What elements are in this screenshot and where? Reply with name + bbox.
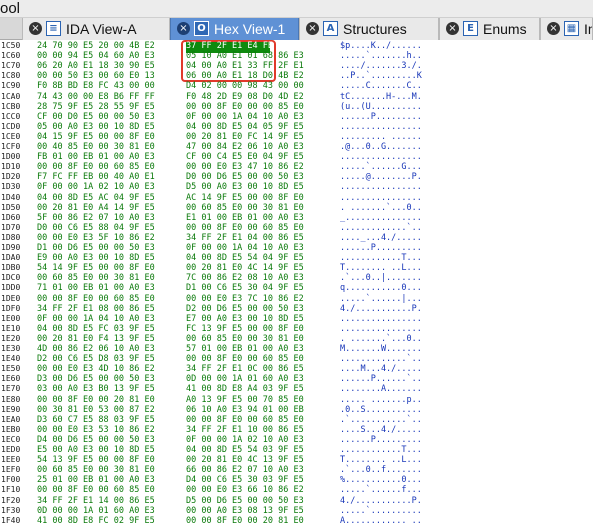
tab-label: IDA View-A	[66, 21, 137, 37]
close-icon[interactable]: ×	[446, 22, 459, 35]
enums-icon: E	[463, 21, 478, 36]
hex-bytes-right: 00 00 8F E0 00 20 81 E0	[186, 515, 304, 525]
close-icon[interactable]: ×	[29, 22, 42, 35]
close-icon[interactable]: ×	[547, 22, 560, 35]
tab-imports[interactable]: × ▦ Impo	[540, 18, 593, 40]
hex-bytes-left: 41 00 8D E8 FC 02 9F E5	[37, 515, 155, 525]
hex-bytes-right: 37 FF 2F E1 E4 FE FF EB	[186, 41, 304, 51]
hex-row[interactable]: 1F40 41 00 8D E8 FC 02 9F E5 00 00 8F E0 0…	[0, 515, 593, 525]
tab-label: Impo	[584, 21, 592, 37]
close-icon[interactable]: ×	[306, 22, 319, 35]
structures-icon: A	[323, 21, 338, 36]
tab-ida-view-a[interactable]: × ≡ IDA View-A	[22, 18, 170, 40]
tab-hex-view-1[interactable]: × O Hex View-1	[170, 18, 299, 40]
imports-icon: ▦	[564, 21, 579, 36]
tab-structures[interactable]: × A Structures	[299, 18, 439, 40]
ida-view-icon: ≡	[46, 21, 61, 36]
tab-enums[interactable]: × E Enums	[439, 18, 540, 40]
ascii-text: A............ ..	[340, 515, 422, 525]
tab-bar: × ≡ IDA View-A × O Hex View-1 × A Struct…	[0, 18, 593, 40]
window-title: ool	[0, 0, 21, 17]
tab-label: Structures	[343, 21, 407, 37]
close-icon[interactable]: ×	[177, 22, 190, 35]
hex-view-icon: O	[194, 21, 209, 36]
window-title-bar: ool	[0, 0, 593, 18]
hex-view-panel[interactable]: 1C50 24 70 90 E5 20 00 4B E2 37 FF 2F E1 E…	[0, 40, 593, 525]
tab-label: Enums	[483, 21, 527, 37]
tab-label: Hex View-1	[214, 21, 286, 37]
hex-address: 1F40	[1, 515, 21, 525]
